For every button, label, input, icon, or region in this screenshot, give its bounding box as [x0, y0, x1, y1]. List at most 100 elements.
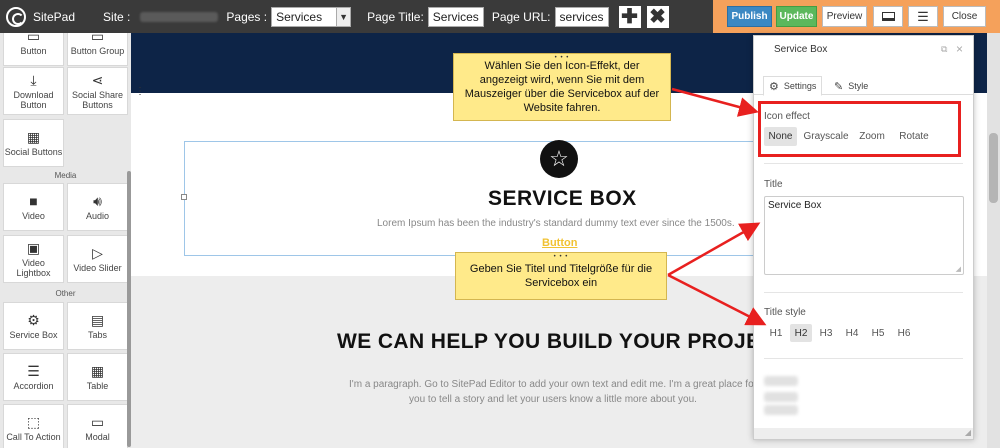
- pages-select[interactable]: Services ▼: [271, 6, 352, 27]
- title-style-h6[interactable]: H6: [894, 324, 914, 342]
- icon-effect-highlight: [758, 101, 961, 157]
- widget-audio[interactable]: 🔊︎ Audio: [67, 183, 128, 231]
- title-style-h1[interactable]: H1: [766, 324, 786, 342]
- chevron-down-icon: ▼: [336, 7, 351, 26]
- tab-settings[interactable]: ⚙ Settings: [763, 76, 823, 96]
- cursor-icon: ⬚: [26, 413, 41, 430]
- resize-grip-icon[interactable]: ◢: [965, 428, 971, 437]
- hamburger-icon: ☰: [917, 8, 929, 24]
- category-media: Media: [54, 171, 77, 180]
- widget-table[interactable]: ▦ Table: [67, 353, 128, 401]
- widget-label: Video: [22, 210, 45, 221]
- menu-button[interactable]: ☰: [908, 6, 938, 27]
- widget-video[interactable]: ■ Video: [3, 183, 64, 231]
- accordion-icon: ☰: [27, 362, 40, 379]
- drag-handle-icon[interactable]: ⋮: [135, 87, 145, 97]
- button-icon: ▭: [26, 33, 41, 44]
- sitepad-logo-icon: [6, 6, 26, 27]
- callout-dots: • • •: [554, 55, 570, 61]
- widget-label: Call To Action: [6, 431, 61, 442]
- title-style-h5[interactable]: H5: [868, 324, 888, 342]
- resize-grip-icon[interactable]: ◢: [956, 265, 961, 273]
- widget-button[interactable]: ▭ Button: [3, 33, 64, 66]
- table-icon: ▦: [90, 362, 105, 379]
- widget-video-slider[interactable]: ▷ Video Slider: [67, 235, 128, 283]
- widget-social-share-buttons[interactable]: ⋖ Social Share Buttons: [67, 67, 128, 115]
- widget-label: Tabs: [87, 329, 107, 340]
- widget-label: Social Share Buttons: [71, 89, 124, 110]
- service-box-button[interactable]: Button: [542, 237, 577, 249]
- tab-style-label: Style: [848, 81, 869, 91]
- social-icon: ▦: [26, 128, 41, 145]
- page-title-input[interactable]: Services: [427, 6, 484, 27]
- help-paragraph: I'm a paragraph. Go to SitePad Editor to…: [349, 379, 757, 405]
- audio-icon: 🔊︎: [93, 192, 102, 209]
- service-box-selection[interactable]: [184, 141, 755, 256]
- pages-label: Pages :: [226, 9, 268, 24]
- desktop-view-button[interactable]: [873, 6, 903, 27]
- widget-button-group[interactable]: ▭ Button Group: [67, 33, 128, 66]
- title-style-h2[interactable]: H2: [790, 324, 812, 342]
- widget-label: Button Group: [70, 45, 125, 56]
- monitor-icon: [881, 12, 895, 21]
- widget-sidebar: ▭ Button ▭ Button Group ⤓ Download Button ⋖…: [0, 33, 131, 448]
- callout-title: • • • Geben Sie Titel und Titelgröße für…: [455, 252, 667, 300]
- publish-button[interactable]: Publish: [727, 6, 772, 27]
- preview-button[interactable]: Preview: [822, 6, 867, 27]
- service-box-panel: Service Box ⧉ × ⚙ Settings ✎ Style Icon ef…: [753, 35, 974, 440]
- delete-page-button[interactable]: ✖: [646, 5, 669, 28]
- widget-social-buttons[interactable]: ▦ Social Buttons: [3, 119, 64, 167]
- widget-service-box[interactable]: ⚙ Service Box: [3, 302, 64, 350]
- widget-label: Button: [20, 45, 47, 56]
- popout-icon[interactable]: ⧉: [941, 44, 947, 55]
- plus-icon: ✚: [621, 6, 638, 28]
- brush-icon: ✎: [834, 80, 844, 93]
- callout-dots: • • •: [553, 254, 569, 260]
- widget-label: Modal: [85, 431, 110, 442]
- app-name: SitePad: [33, 9, 76, 24]
- title-style-h3[interactable]: H3: [816, 324, 836, 342]
- widget-modal[interactable]: ▭ Modal: [67, 404, 128, 448]
- modal-icon: ▭: [90, 413, 105, 430]
- widget-tabs[interactable]: ▤ Tabs: [67, 302, 128, 350]
- widget-video-lightbox[interactable]: ▣ Video Lightbox: [3, 235, 64, 283]
- close-icon[interactable]: ×: [956, 42, 963, 56]
- widget-label: Table: [86, 380, 109, 391]
- help-heading: WE CAN HELP YOU BUILD YOUR PROJE: [337, 330, 761, 353]
- canvas-scrollbar[interactable]: [987, 33, 1000, 448]
- panel-footer: [754, 428, 973, 439]
- title-style-h4[interactable]: H4: [842, 324, 862, 342]
- widget-label: Accordion: [13, 380, 54, 391]
- close-icon: ✖: [649, 6, 666, 28]
- title-style-label: Title style: [764, 307, 806, 318]
- resize-handle[interactable]: [181, 194, 187, 200]
- blurred-setting: [764, 376, 798, 386]
- page-title-label: Page Title:: [367, 9, 424, 24]
- page-url-label: Page URL:: [491, 9, 551, 24]
- update-button[interactable]: Update: [776, 6, 817, 27]
- widget-label: Video Slider: [73, 262, 122, 273]
- site-label: Site :: [103, 9, 131, 24]
- callout-icon-effect-text: Wählen Sie den Icon-Effekt, der angezeig…: [464, 60, 660, 114]
- divider: [764, 292, 963, 293]
- tab-style[interactable]: ✎ Style: [828, 76, 874, 96]
- callout-icon-effect: • • • Wählen Sie den Icon-Effekt, der an…: [453, 53, 671, 121]
- pages-select-value: Services: [276, 9, 323, 24]
- blurred-setting: [764, 392, 798, 402]
- add-page-button[interactable]: ✚: [618, 5, 641, 28]
- category-other: Other: [55, 289, 76, 298]
- widget-accordion[interactable]: ☰ Accordion: [3, 353, 64, 401]
- play-icon: ▷: [92, 244, 103, 261]
- widget-download-button[interactable]: ⤓ Download Button: [3, 67, 64, 115]
- title-textarea[interactable]: Service Box ◢: [764, 196, 964, 275]
- page-url-input[interactable]: services: [554, 6, 609, 27]
- panel-title: Service Box: [774, 44, 828, 55]
- widget-call-to-action[interactable]: ⬚ Call To Action: [3, 404, 64, 448]
- sitepad-logo: SitePad: [6, 6, 76, 27]
- button-group-icon: ▭: [90, 33, 105, 44]
- title-value: Service Box: [768, 200, 822, 211]
- star-icon: ☆: [540, 140, 578, 178]
- close-button[interactable]: Close: [943, 6, 986, 27]
- video-icon: ■: [29, 192, 38, 209]
- canvas-scrollbar-thumb[interactable]: [989, 133, 998, 203]
